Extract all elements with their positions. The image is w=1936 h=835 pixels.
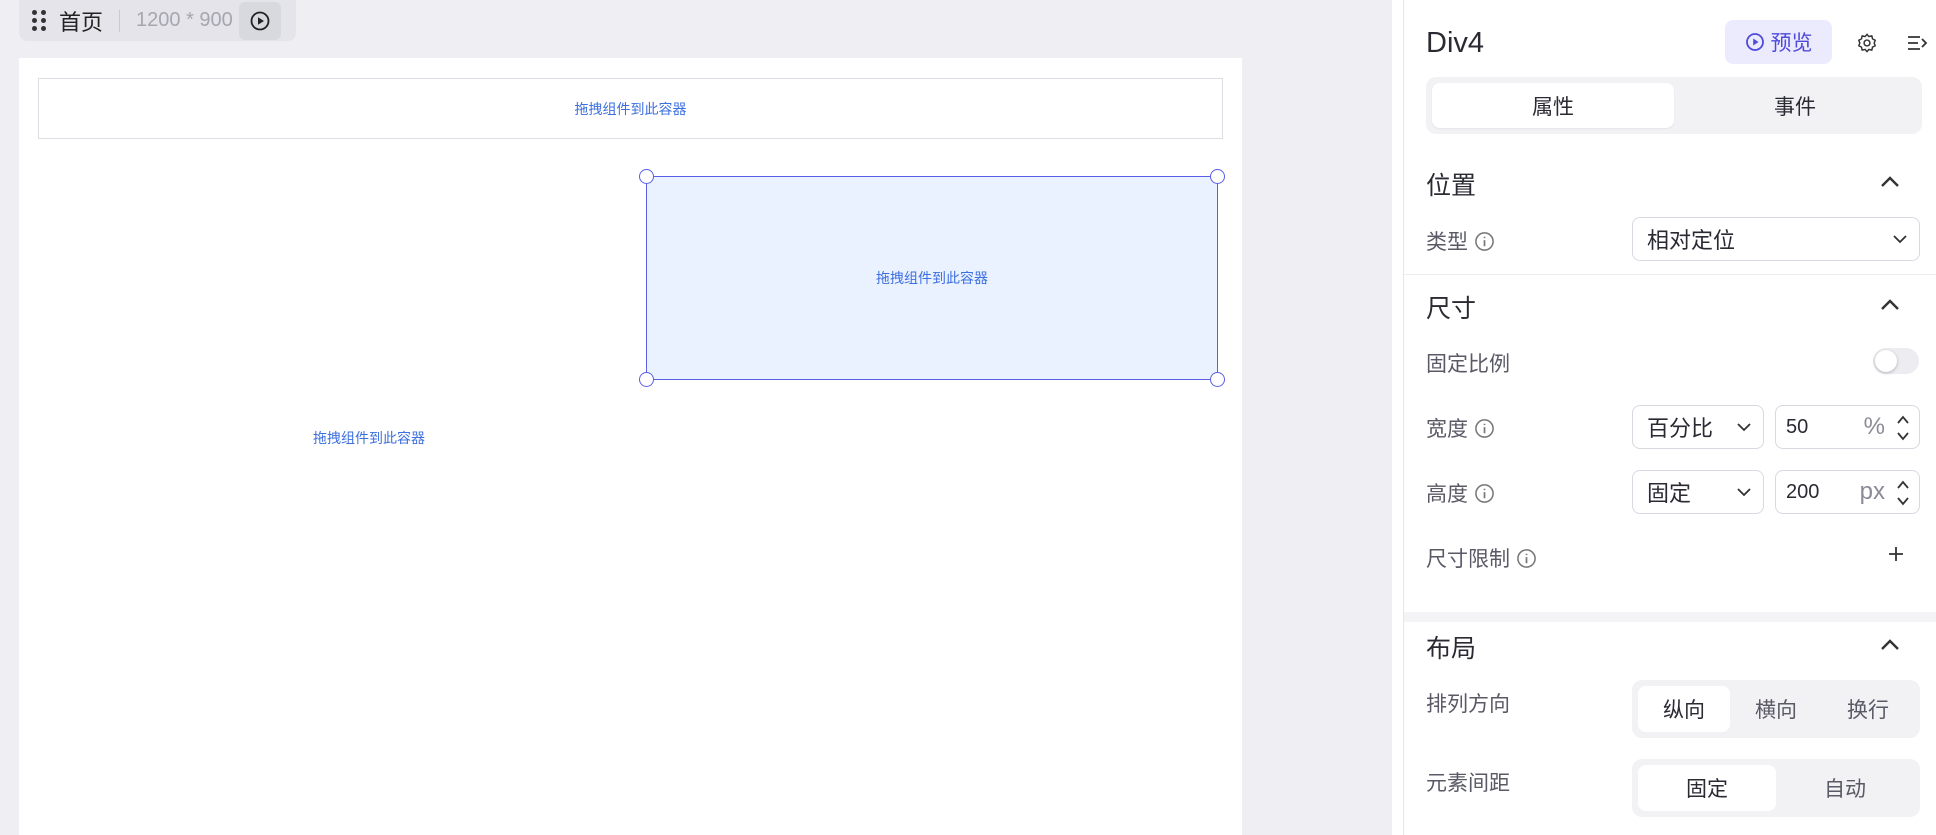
gap-option-auto[interactable]: 自动 xyxy=(1776,765,1914,811)
stepper-icon[interactable] xyxy=(1895,411,1911,445)
drop-placeholder: 拖拽组件到此容器 xyxy=(876,271,988,287)
width-mode-select[interactable]: 百分比 xyxy=(1632,405,1764,449)
tab-events[interactable]: 事件 xyxy=(1674,83,1916,128)
section-title-layout: 布局 xyxy=(1426,634,1477,663)
label-text: 宽度 xyxy=(1426,417,1468,441)
resize-handle-top-right[interactable] xyxy=(1210,169,1225,184)
play-circle-icon xyxy=(250,11,270,30)
height-input[interactable]: 200 px xyxy=(1775,470,1920,514)
settings-button[interactable] xyxy=(1854,30,1880,56)
width-input[interactable]: 50 % xyxy=(1775,405,1920,449)
preview-label: 预览 xyxy=(1770,31,1813,55)
section-title-position: 位置 xyxy=(1426,171,1477,200)
chevron-down-icon xyxy=(1737,488,1751,497)
play-circle-icon xyxy=(1745,33,1764,51)
size-limit-label: 尺寸限制 xyxy=(1426,543,1537,573)
gap-label: 元素间距 xyxy=(1426,767,1510,797)
component-name: Div4 xyxy=(1426,26,1485,59)
width-label: 宽度 xyxy=(1426,413,1495,443)
resize-handle-bottom-left[interactable] xyxy=(639,372,654,387)
label-text: 固定比例 xyxy=(1426,352,1510,376)
drag-handle-icon[interactable] xyxy=(31,8,47,34)
lock-ratio-toggle[interactable] xyxy=(1873,348,1919,374)
label-text: 尺寸限制 xyxy=(1426,547,1510,571)
direction-segmented-control: 纵向 横向 换行 xyxy=(1632,680,1920,738)
collapse-panel-button[interactable] xyxy=(1904,30,1932,56)
position-type-select[interactable]: 相对定位 xyxy=(1632,217,1920,261)
plus-icon[interactable] xyxy=(1887,545,1905,563)
select-value: 相对定位 xyxy=(1647,229,1736,254)
select-value: 固定 xyxy=(1647,482,1692,507)
direction-option-horizontal[interactable]: 横向 xyxy=(1730,686,1822,732)
section-divider xyxy=(1404,612,1936,622)
panel-tabs: 属性 事件 xyxy=(1426,77,1922,134)
drop-placeholder: 拖拽组件到此容器 xyxy=(313,431,425,447)
input-value: 50 xyxy=(1786,415,1809,438)
chevron-up-icon[interactable] xyxy=(1879,638,1901,652)
resize-handle-bottom-right[interactable] xyxy=(1210,372,1225,387)
editor-canvas: 首页 1200 * 900 拖拽组件到此容器 拖拽组件到此容器 拖拽组件到此容器 xyxy=(0,0,1392,835)
input-value: 200 xyxy=(1786,480,1820,503)
height-mode-select[interactable]: 固定 xyxy=(1632,470,1764,514)
direction-option-wrap[interactable]: 换行 xyxy=(1822,686,1914,732)
tab-properties[interactable]: 属性 xyxy=(1432,83,1674,128)
info-icon[interactable] xyxy=(1474,418,1495,439)
label-text: 类型 xyxy=(1426,230,1468,254)
gap-segmented-control: 固定 自动 xyxy=(1632,759,1920,817)
section-divider xyxy=(1404,274,1936,275)
container-div-bottom[interactable]: 拖拽组件到此容器 xyxy=(169,418,569,458)
toggle-knob xyxy=(1875,350,1897,372)
chevron-up-icon[interactable] xyxy=(1879,175,1901,189)
collapse-panel-icon xyxy=(1908,36,1928,50)
label-text: 元素间距 xyxy=(1426,771,1510,795)
toolbar-divider xyxy=(119,9,121,32)
preview-button[interactable]: 预览 xyxy=(1725,20,1832,64)
gear-icon xyxy=(1858,33,1876,53)
page-name[interactable]: 首页 xyxy=(59,5,103,37)
info-icon[interactable] xyxy=(1516,548,1537,569)
section-title-size: 尺寸 xyxy=(1426,294,1477,323)
resize-handle-top-left[interactable] xyxy=(639,169,654,184)
stepper-icon[interactable] xyxy=(1895,476,1911,510)
direction-option-vertical[interactable]: 纵向 xyxy=(1638,686,1730,732)
chevron-up-icon[interactable] xyxy=(1879,298,1901,312)
chevron-down-icon xyxy=(1893,235,1907,244)
height-unit: px xyxy=(1859,478,1885,505)
direction-label: 排列方向 xyxy=(1426,688,1510,718)
label-text: 排列方向 xyxy=(1426,692,1510,716)
drop-placeholder: 拖拽组件到此容器 xyxy=(574,101,687,118)
width-unit: % xyxy=(1863,413,1885,440)
label-text: 高度 xyxy=(1426,482,1468,506)
properties-panel: Div4 预览 属性 事件 位置 类型 相对定位 尺寸 固定比例 宽度 百分比 … xyxy=(1403,0,1936,835)
position-type-label: 类型 xyxy=(1426,226,1495,256)
panel-header: Div4 预览 xyxy=(1426,20,1936,66)
info-icon[interactable] xyxy=(1474,231,1495,252)
height-label: 高度 xyxy=(1426,478,1495,508)
gap-option-fixed[interactable]: 固定 xyxy=(1638,765,1776,811)
container-div-top[interactable]: 拖拽组件到此容器 xyxy=(38,78,1223,139)
run-page-button[interactable] xyxy=(238,1,281,40)
page-toolbar: 首页 1200 * 900 xyxy=(19,0,296,41)
container-div4-selected[interactable]: 拖拽组件到此容器 xyxy=(639,169,1225,387)
chevron-down-icon xyxy=(1737,423,1751,432)
design-page[interactable]: 拖拽组件到此容器 拖拽组件到此容器 拖拽组件到此容器 xyxy=(19,58,1242,835)
page-size: 1200 * 900 xyxy=(136,9,233,31)
info-icon[interactable] xyxy=(1474,483,1495,504)
select-value: 百分比 xyxy=(1647,417,1714,442)
lock-ratio-label: 固定比例 xyxy=(1426,348,1510,378)
